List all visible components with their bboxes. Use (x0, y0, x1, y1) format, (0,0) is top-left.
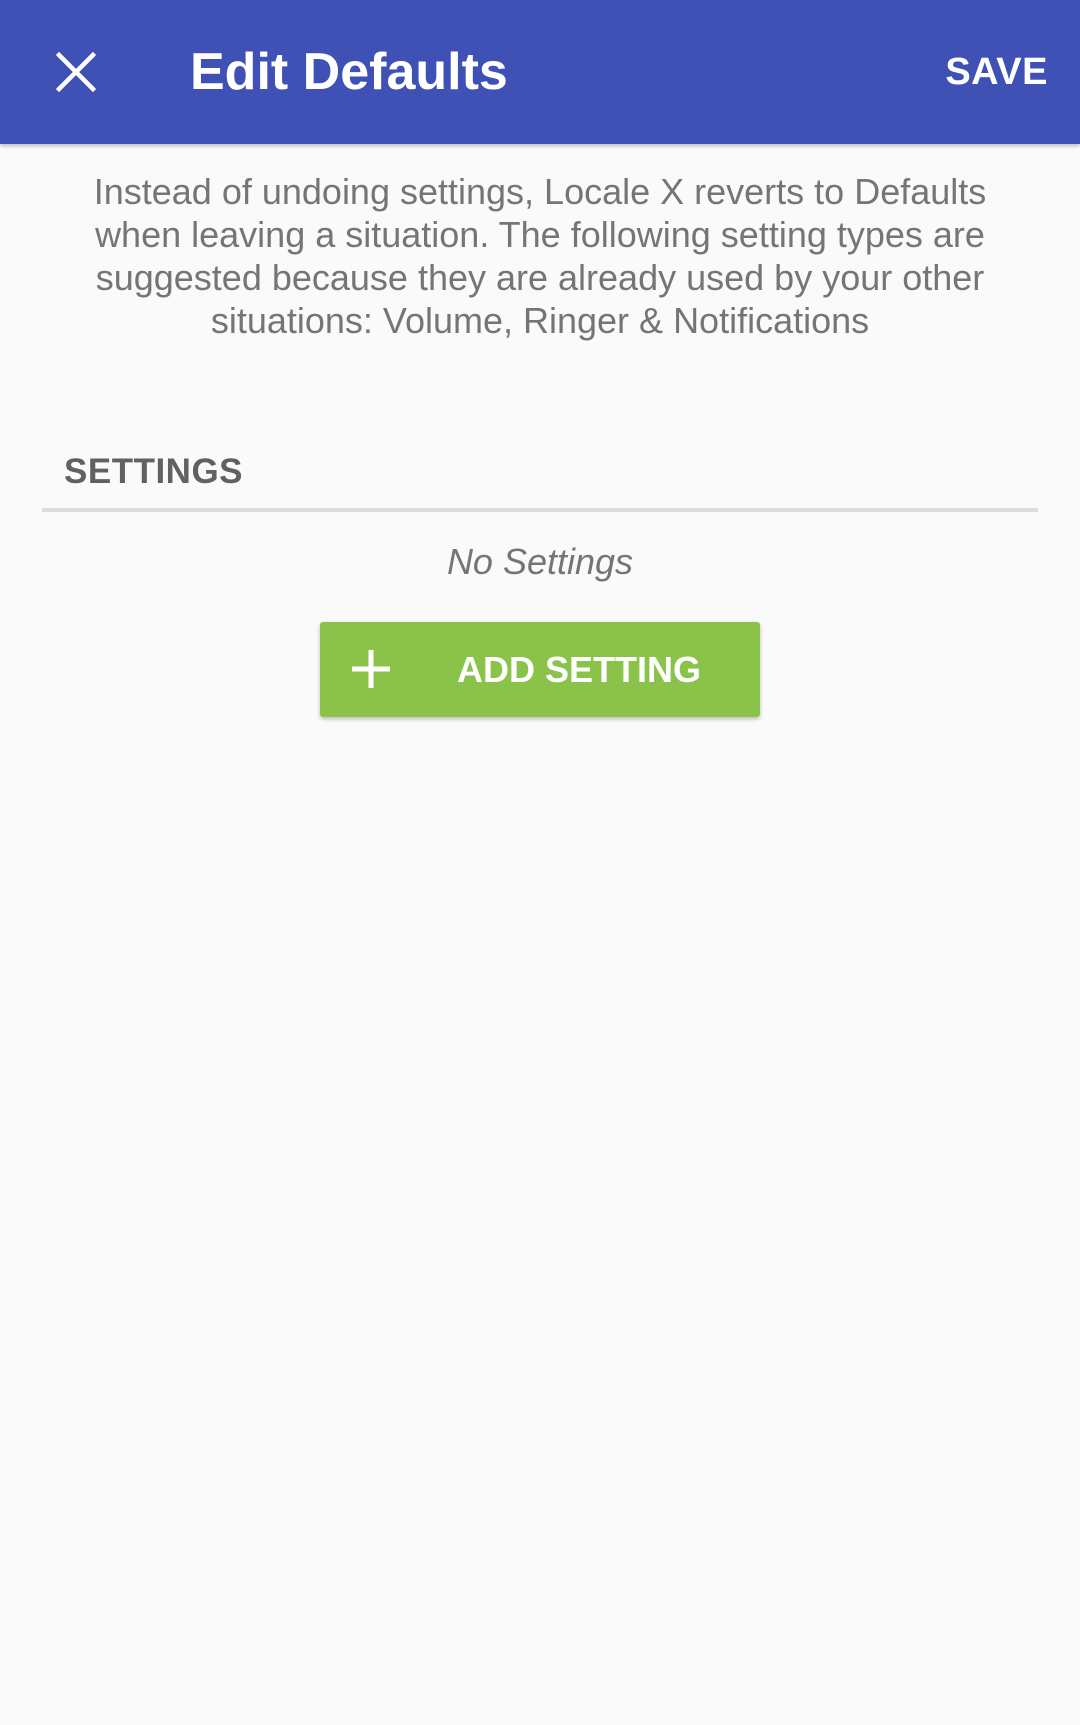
page-title: Edit Defaults (190, 43, 508, 101)
close-button[interactable] (40, 36, 112, 108)
app-bar: Edit Defaults SAVE (0, 0, 1080, 144)
close-icon (56, 52, 96, 92)
save-button[interactable]: SAVE (945, 46, 1048, 98)
add-setting-label: ADD SETTING (457, 649, 702, 690)
settings-section-header: SETTINGS (64, 452, 244, 491)
section-divider (42, 508, 1038, 512)
plus-icon (352, 650, 390, 688)
description-text: Instead of undoing settings, Locale X re… (93, 171, 987, 341)
no-settings-text: No Settings (446, 541, 634, 582)
add-setting-button[interactable]: ADD SETTING (320, 622, 760, 717)
